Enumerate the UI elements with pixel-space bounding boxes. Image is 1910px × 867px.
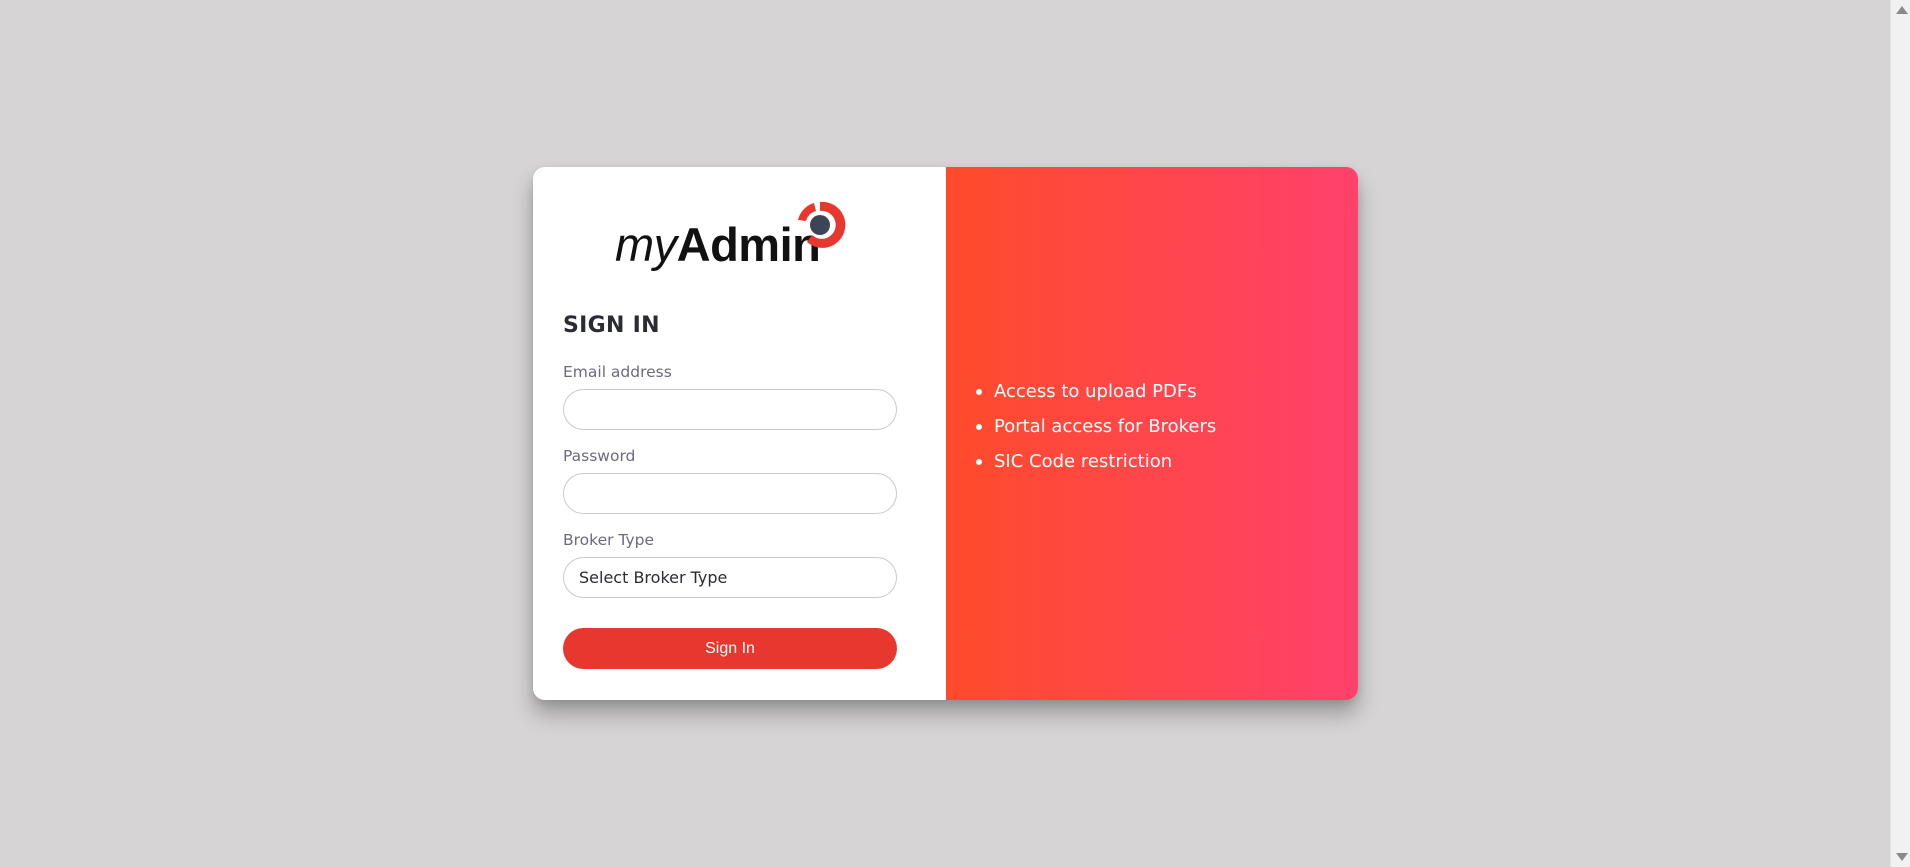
scroll-up-arrow-icon[interactable] (1896, 6, 1908, 14)
list-item: Portal access for Brokers (976, 409, 1217, 444)
logo-target-icon (798, 201, 846, 248)
login-card: myAdmin SIGN IN Email address Password B… (533, 167, 1358, 700)
myadmin-logo: myAdmin (615, 199, 875, 279)
list-item: SIC Code restriction (976, 444, 1216, 479)
page-title: SIGN IN (563, 313, 660, 338)
bullet-icon (976, 389, 982, 395)
list-item: Access to upload PDFs (976, 374, 1216, 409)
bullet-icon (976, 459, 982, 465)
broker-type-select[interactable]: Select Broker Type (563, 557, 897, 598)
sign-in-panel: myAdmin SIGN IN Email address Password B… (533, 167, 946, 700)
email-label: Email address (563, 363, 672, 381)
features-panel: Access to upload PDFs Portal access for … (946, 167, 1358, 700)
broker-type-label: Broker Type (563, 531, 655, 549)
bullet-icon (976, 424, 982, 430)
logo-prefix: my (615, 218, 677, 271)
broker-type-selected-value: Select Broker Type (579, 568, 728, 587)
vertical-scrollbar[interactable] (1890, 0, 1910, 867)
features-list: Access to upload PDFs Portal access for … (976, 374, 1217, 479)
page-viewport: myAdmin SIGN IN Email address Password B… (0, 0, 1890, 867)
feature-text: Portal access for Brokers (994, 416, 1217, 437)
email-field[interactable] (563, 389, 897, 430)
scroll-down-arrow-icon[interactable] (1896, 853, 1908, 861)
sign-in-button[interactable]: Sign In (563, 628, 897, 669)
feature-text: Access to upload PDFs (994, 381, 1197, 402)
password-label: Password (563, 447, 636, 465)
password-field[interactable] (563, 473, 897, 514)
logo-wordmark: myAdmin (615, 217, 821, 272)
feature-text: SIC Code restriction (994, 451, 1173, 472)
